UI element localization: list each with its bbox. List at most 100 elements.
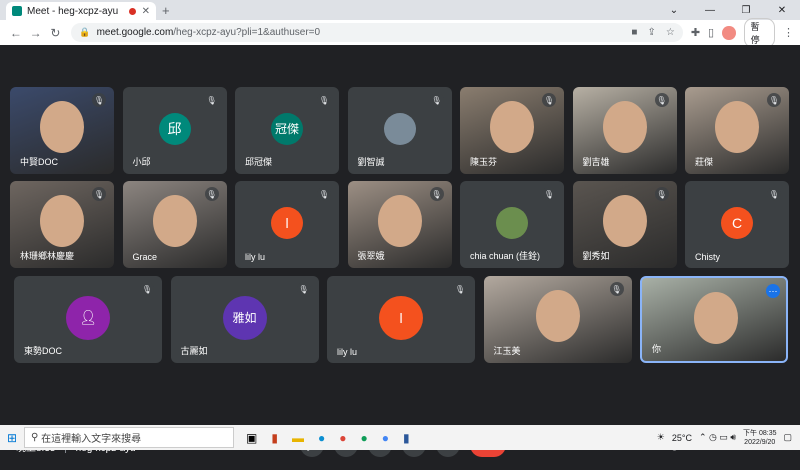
participant-initial-avatar: 雅如 xyxy=(222,295,267,340)
participant-tile[interactable]: 🎙︎ 劉智誠 xyxy=(347,87,452,174)
tray-icons[interactable]: ⌃ ◷ ▭ 🔊︎ xyxy=(699,432,736,443)
participant-video-face xyxy=(535,290,580,342)
participant-video-face xyxy=(602,195,647,247)
participant-video-face xyxy=(377,195,422,247)
participant-name: 江玉美 xyxy=(493,346,521,356)
tab-meet[interactable]: Meet - heg-xcpz-ayu ✕ xyxy=(6,2,156,20)
participant-tile[interactable]: l 🎙︎ lily lu xyxy=(327,276,475,363)
participant-tile[interactable]: 🎙︎ 中賢DOC xyxy=(10,87,114,174)
participant-name: 中賢DOC xyxy=(20,157,58,167)
edge-icon[interactable]: ● xyxy=(318,431,325,445)
participant-name: 劉秀如 xyxy=(582,251,610,261)
participant-name: 東勢DOC xyxy=(24,346,62,356)
participant-tile[interactable]: 🎙︎ chia chuan (佳銓) xyxy=(460,181,564,268)
participant-name: 莊傑 xyxy=(695,157,714,167)
participant-tile[interactable]: 🎙︎ 劉秀如 xyxy=(572,181,677,268)
notification-icon[interactable]: ▢ xyxy=(783,432,792,443)
word-icon[interactable]: ▮ xyxy=(403,431,410,445)
participant-tile[interactable]: l 🎙︎ lily lu xyxy=(235,181,339,268)
tab-title: Meet - heg-xcpz-ayu xyxy=(27,5,119,17)
participant-tile[interactable]: 邱 🎙︎ 小邱 xyxy=(122,87,227,174)
participant-name: 張翠娥 xyxy=(357,251,385,261)
mic-muted-icon: 🎙︎ xyxy=(204,93,219,107)
mic-muted-icon: 🎙︎ xyxy=(92,187,106,201)
mic-muted-icon: 🎙︎ xyxy=(542,187,556,201)
participant-name: 林珊鄉林慶慶 xyxy=(20,251,75,261)
chrome-icon-3[interactable]: ● xyxy=(382,431,389,445)
forward-button[interactable]: → xyxy=(26,26,46,40)
participant-name: 古麗如 xyxy=(180,346,208,356)
participant-tile[interactable]: 🎙︎ 陳玉芬 xyxy=(460,87,564,174)
mic-muted-icon: 🎙︎ xyxy=(654,187,669,201)
participant-video-face xyxy=(694,292,738,344)
participant-tile[interactable]: 🎙︎ 莊傑 xyxy=(685,87,789,174)
participant-tile[interactable]: 雅如 🎙︎ 古麗如 xyxy=(170,276,319,363)
more-options-icon[interactable]: ⋯ xyxy=(766,284,780,298)
participant-initial-avatar: 👤︎ xyxy=(66,295,110,340)
profile-avatar-icon[interactable] xyxy=(722,25,736,40)
task-view-icon[interactable]: ▣ xyxy=(246,431,257,445)
profile-button[interactable]: 暫停 xyxy=(743,17,775,48)
camera-permission-icon[interactable]: ■ xyxy=(631,27,637,38)
tab-close-icon[interactable]: ✕ xyxy=(142,6,150,17)
participant-tile[interactable]: 🎙︎ 張翠娥 xyxy=(347,181,452,268)
share-icon[interactable]: ⇪ xyxy=(647,27,655,38)
mic-muted-icon: 🎙︎ xyxy=(609,282,624,296)
participant-tile[interactable]: 👤︎ 🎙︎ 東勢DOC xyxy=(14,276,162,363)
mic-muted-icon: 🎙︎ xyxy=(429,93,444,107)
mic-muted-icon: 🎙︎ xyxy=(429,187,444,201)
browser-chrome: Meet - heg-xcpz-ayu ✕ + ⌄ — ❐ ✕ ← → ↻ 🔒 … xyxy=(0,0,800,48)
taskbar-search[interactable]: ⚲ 在這裡輸入文字來搜尋 xyxy=(24,427,234,448)
mic-muted-icon: 🎙︎ xyxy=(453,282,467,296)
new-tab-button[interactable]: + xyxy=(162,3,170,18)
participant-video-face xyxy=(152,195,197,247)
mic-muted-icon: 🎙︎ xyxy=(317,187,331,201)
participant-tile[interactable]: 🎙︎ 林珊鄉林慶慶 xyxy=(10,181,114,268)
participant-name: 你 xyxy=(652,344,662,354)
participant-initial-avatar: l xyxy=(271,206,303,239)
extensions-icon[interactable]: ✚ xyxy=(691,26,700,39)
participant-initial-avatar: l xyxy=(379,295,423,340)
mic-muted-icon: 🎙︎ xyxy=(140,282,154,296)
participant-name: 劉吉雄 xyxy=(582,157,610,167)
participant-tile[interactable]: 🎙︎ 江玉美 xyxy=(483,276,632,363)
meet-stage: 🎙︎ 中賢DOC 邱 🎙︎ 小邱 冠傑 🎙︎ 邱冠傑 🎙︎ 劉智誠 🎙︎ 陳玉芬 🎙︎ 劉吉雄 🎙︎ 莊傑 🎙︎… xyxy=(0,45,800,457)
chrome-icon-2[interactable]: ● xyxy=(360,431,367,445)
chrome-icon[interactable]: ● xyxy=(339,431,346,445)
participant-name: 邱冠傑 xyxy=(245,157,273,167)
clock-time: 下午 08:35 xyxy=(743,429,777,437)
mic-muted-icon: 🎙︎ xyxy=(296,282,311,296)
tab-bar: Meet - heg-xcpz-ayu ✕ + ⌄ — ❐ ✕ xyxy=(0,0,800,20)
back-button[interactable]: ← xyxy=(6,26,26,40)
powerpoint-icon[interactable]: ▮ xyxy=(271,431,278,445)
mic-muted-icon: 🎙︎ xyxy=(317,93,331,107)
address-bar[interactable]: 🔒 meet.google.com /heg-xcpz-ayu?pli=1&au… xyxy=(71,23,683,42)
participant-tile[interactable]: 🎙︎你⋯ xyxy=(640,276,788,363)
menu-kebab-icon[interactable]: ⋮ xyxy=(783,26,794,39)
participant-name: Chisty xyxy=(695,252,721,262)
search-icon: ⚲ xyxy=(31,432,42,443)
weather-temp: 25°C xyxy=(671,432,692,443)
windows-start-icon[interactable]: ⊞ xyxy=(0,431,24,445)
mic-muted-icon: 🎙︎ xyxy=(767,187,781,201)
participant-video-face xyxy=(715,101,759,153)
participant-name: 劉智誠 xyxy=(357,157,385,167)
participant-tile[interactable]: 🎙︎ Grace xyxy=(122,181,227,268)
participant-name: 小邱 xyxy=(132,157,151,167)
taskbar-clock[interactable]: 下午 08:35 2022/9/20 xyxy=(743,429,776,447)
participant-tile[interactable]: 冠傑 🎙︎ 邱冠傑 xyxy=(235,87,339,174)
participant-tile[interactable]: C 🎙︎ Chisty xyxy=(685,181,789,268)
bookmark-star-icon[interactable]: ☆ xyxy=(666,27,675,38)
chevron-down-icon[interactable]: ⌄ xyxy=(656,0,692,20)
participant-name: lily lu xyxy=(245,252,266,262)
lock-icon: 🔒 xyxy=(79,27,91,37)
clock-date: 2022/9/20 xyxy=(744,438,776,446)
side-panel-icon[interactable]: ▯ xyxy=(708,26,714,39)
participant-initial-avatar: C xyxy=(721,206,753,239)
url-path: /heg-xcpz-ayu?pli=1&authuser=0 xyxy=(173,27,321,38)
reload-button[interactable]: ↻ xyxy=(46,26,66,40)
meet-favicon-icon xyxy=(12,6,22,16)
file-explorer-icon[interactable]: ▬ xyxy=(292,431,304,445)
participant-tile[interactable]: 🎙︎ 劉吉雄 xyxy=(572,87,677,174)
participant-video-face xyxy=(40,101,84,153)
